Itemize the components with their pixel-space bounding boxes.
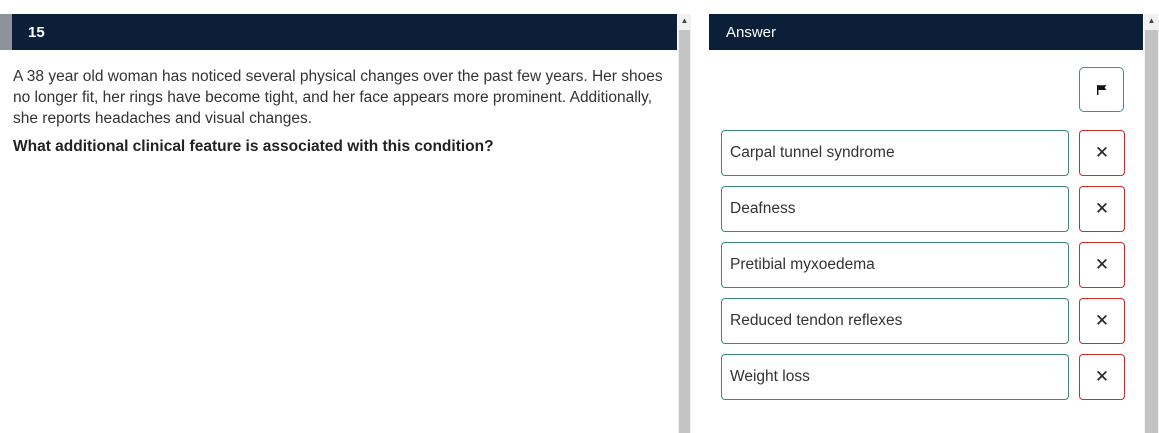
question-stem: A 38 year old woman has noticed several … (13, 68, 663, 127)
answer-option[interactable]: Reduced tendon reflexes (721, 298, 1069, 344)
scroll-up-arrow-icon[interactable]: ▲ (1144, 14, 1159, 28)
answer-option[interactable]: Carpal tunnel syndrome (721, 130, 1069, 176)
eliminate-option-button[interactable]: ✕ (1079, 130, 1125, 176)
answer-title: Answer (726, 23, 777, 41)
question-scrollbar[interactable]: ▲ (678, 14, 691, 433)
answer-scrollbar[interactable]: ▲ (1144, 14, 1159, 433)
answer-option[interactable]: Weight loss (721, 354, 1069, 400)
flag-button[interactable] (1079, 67, 1124, 112)
answer-option[interactable]: Deafness (721, 186, 1069, 232)
eliminate-option-button[interactable]: ✕ (1079, 242, 1125, 288)
question-header: 15 (0, 14, 677, 50)
question-number: 15 (28, 23, 45, 41)
question-scrollbar-thumb[interactable] (679, 30, 690, 433)
answer-scrollbar-thumb[interactable] (1145, 30, 1158, 433)
scroll-up-arrow-icon[interactable]: ▲ (678, 14, 691, 28)
eliminate-option-button[interactable]: ✕ (1079, 354, 1125, 400)
question-panel: 15 (0, 0, 677, 433)
answer-header: Answer (709, 14, 1143, 50)
eliminate-option-button[interactable]: ✕ (1079, 298, 1125, 344)
eliminate-option-button[interactable]: ✕ (1079, 186, 1125, 232)
question-prompt: What additional clinical feature is asso… (13, 138, 494, 155)
answer-option[interactable]: Pretibial myxoedema (721, 242, 1069, 288)
flag-icon (1096, 84, 1106, 95)
